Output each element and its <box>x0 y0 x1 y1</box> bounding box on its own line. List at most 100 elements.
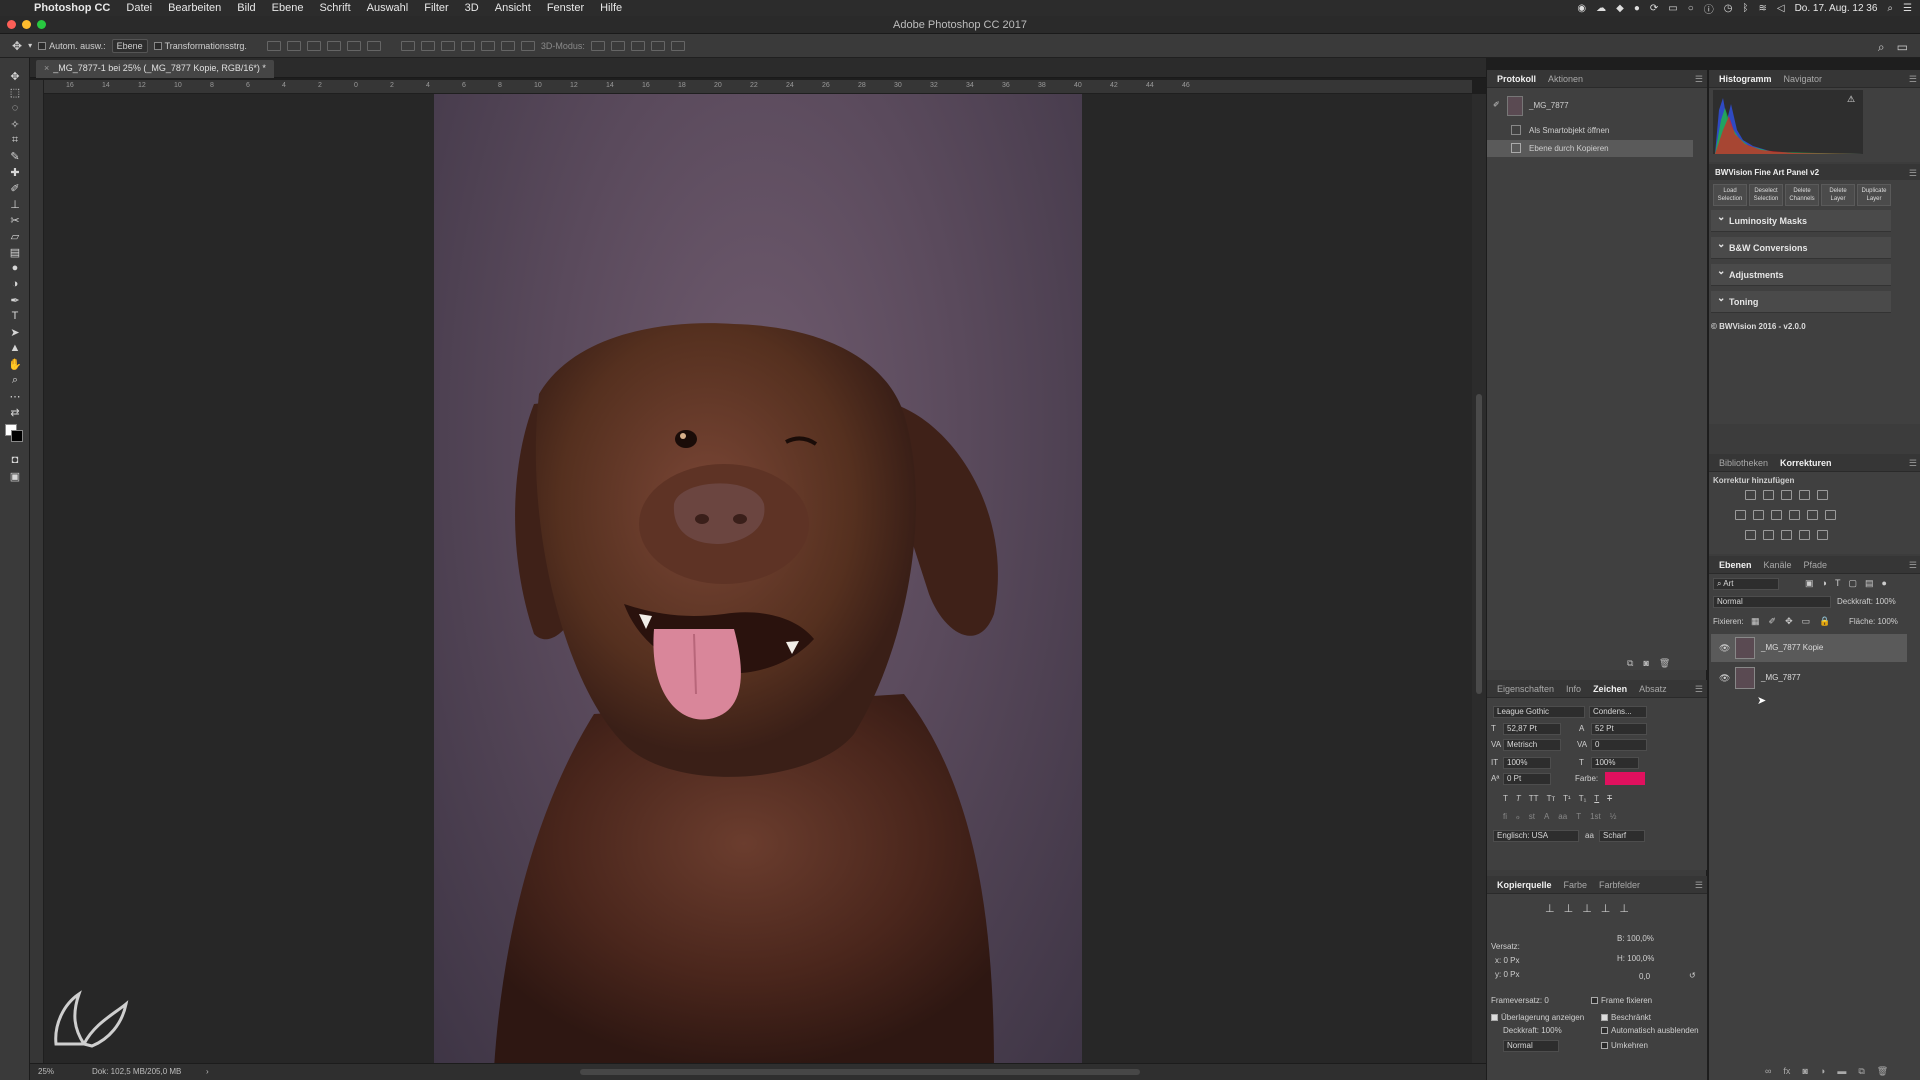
type-tool-icon[interactable]: T <box>6 308 24 324</box>
close-tab-icon[interactable]: × <box>44 63 49 73</box>
zoom-level[interactable]: 25% <box>38 1067 54 1076</box>
delete-layer-button[interactable]: Delete Layer <box>1821 184 1855 206</box>
tab-bibliotheken[interactable]: Bibliotheken <box>1713 454 1774 472</box>
leading-field[interactable]: 52 Pt <box>1591 723 1647 735</box>
add-mask-icon[interactable]: ◙ <box>1802 1066 1807 1077</box>
tab-absatz[interactable]: Absatz <box>1633 680 1673 698</box>
antialias-select[interactable]: Scharf <box>1599 830 1645 842</box>
history-step[interactable]: Als Smartobjekt öffnen <box>1487 122 1693 139</box>
tab-farbfelder[interactable]: Farbfelder <box>1593 876 1646 894</box>
history-brush-tool-icon[interactable]: ✂ <box>6 212 24 228</box>
all-caps-icon[interactable]: TT <box>1529 794 1539 803</box>
old-style-icon[interactable]: ℴ <box>1516 812 1520 821</box>
warning-icon[interactable]: ⚠ <box>1847 94 1855 105</box>
baseline-shift-field[interactable]: 0 Pt <box>1503 773 1551 785</box>
canvas-area[interactable] <box>44 94 1472 1068</box>
x-offset-field[interactable]: x: 0 Px <box>1495 956 1519 965</box>
align-bottom-icon[interactable] <box>306 40 321 51</box>
font-family-select[interactable]: League Gothic <box>1493 706 1585 718</box>
panel-menu-icon[interactable]: ☰ <box>1695 684 1703 695</box>
tab-pfade[interactable]: Pfade <box>1798 556 1834 574</box>
luminosity-masks-section[interactable]: Luminosity Masks <box>1711 210 1891 232</box>
filter-toggle-icon[interactable]: ● <box>1881 578 1886 589</box>
font-style-select[interactable]: Condens... <box>1589 706 1647 718</box>
workspace-icon[interactable]: ▭ <box>1897 40 1908 55</box>
panel-menu-icon[interactable]: ☰ <box>1909 458 1917 469</box>
superscript-icon[interactable]: T¹ <box>1563 794 1571 803</box>
distribute-hcenter-icon[interactable] <box>480 40 495 51</box>
transform-controls-option[interactable]: Transformationsstrg. <box>153 41 247 51</box>
visibility-eye-icon[interactable]: 👁 <box>1719 643 1730 654</box>
volume-icon[interactable]: ◁ <box>1777 3 1785 14</box>
duplicate-layer-button[interactable]: Duplicate Layer <box>1857 184 1891 206</box>
delete-layer-icon[interactable]: 🗑 <box>1877 1066 1888 1077</box>
panel-menu-icon[interactable]: ☰ <box>1909 74 1917 85</box>
lock-all-icon[interactable]: 🔒 <box>1819 616 1830 627</box>
align-left-icon[interactable] <box>326 40 341 51</box>
transform-controls-checkbox[interactable] <box>153 42 162 51</box>
align-vcenter-icon[interactable] <box>286 40 301 51</box>
swap-colors-icon[interactable]: ⇄ <box>6 404 24 420</box>
delete-state-icon[interactable]: 🗑 <box>1659 658 1670 669</box>
menu-bearbeiten[interactable]: Bearbeiten <box>160 2 229 14</box>
quick-mask-icon[interactable]: ◘ <box>6 452 24 468</box>
invert-checkbox[interactable] <box>1601 1042 1608 1050</box>
clone-source-5-icon[interactable]: ⊥ <box>1619 902 1629 915</box>
dodge-tool-icon[interactable]: ◑ <box>6 276 24 292</box>
levels-icon[interactable] <box>1763 490 1774 500</box>
layer-row[interactable]: 👁 _MG_7877 <box>1711 664 1907 692</box>
layer-fill-field[interactable]: Fläche: 100% <box>1849 617 1898 626</box>
show-overlay-checkbox[interactable] <box>1491 1014 1498 1022</box>
menu-3d[interactable]: 3D <box>457 2 487 14</box>
path-select-tool-icon[interactable]: ➤ <box>6 324 24 340</box>
history-snapshot[interactable]: ✐ _MG_7877 <box>1487 94 1707 118</box>
document-tab[interactable]: × _MG_7877-1 bei 25% (_MG_7877 Kopie, RGB… <box>36 60 274 78</box>
sync-icon[interactable]: ⟳ <box>1650 3 1658 14</box>
layer-filter-select[interactable]: ⌕ Art <box>1713 578 1779 590</box>
tab-korrekturen[interactable]: Korrekturen <box>1774 454 1838 472</box>
filter-shape-icon[interactable]: ▢ <box>1848 578 1857 589</box>
menu-filter[interactable]: Filter <box>416 2 456 14</box>
blend-mode-select[interactable]: Normal <box>1713 596 1831 608</box>
filter-pixel-icon[interactable]: ▣ <box>1805 578 1814 589</box>
filter-type-icon[interactable]: T <box>1835 578 1841 589</box>
invert-option[interactable]: Umkehren <box>1601 1041 1648 1050</box>
tab-kopierquelle[interactable]: Kopierquelle <box>1491 876 1558 894</box>
new-document-from-state-icon[interactable]: ⧉ <box>1627 658 1633 669</box>
background-color-swatch[interactable] <box>11 430 23 442</box>
invert-icon[interactable] <box>1745 530 1756 540</box>
clone-source-4-icon[interactable]: ⊥ <box>1601 902 1611 915</box>
lock-artboard-icon[interactable]: ▭ <box>1802 616 1811 627</box>
channel-mixer-icon[interactable] <box>1807 510 1818 520</box>
dog-photo[interactable] <box>434 94 1082 1068</box>
bluetooth-icon[interactable]: ᛒ <box>1742 3 1748 14</box>
overlay-mode-select[interactable]: Normal <box>1503 1040 1559 1052</box>
lock-pixels-icon[interactable]: ✐ <box>1769 616 1777 627</box>
menu-fenster[interactable]: Fenster <box>539 2 592 14</box>
more-tools-icon[interactable]: ⋯ <box>6 388 24 404</box>
move-tool-icon[interactable]: ✥ <box>12 39 22 53</box>
adjustments-section[interactable]: Adjustments <box>1711 264 1891 286</box>
new-snapshot-icon[interactable]: ◙ <box>1643 658 1648 669</box>
layer-row-selected[interactable]: 👁 _MG_7877 Kopie <box>1711 634 1907 662</box>
underline-icon[interactable]: T <box>1594 794 1599 803</box>
clone-source-1-icon[interactable]: ⊥ <box>1545 902 1555 915</box>
hand-tool-icon[interactable]: ✋ <box>6 356 24 372</box>
faux-bold-icon[interactable]: T <box>1503 794 1508 803</box>
stamp-tool-icon[interactable]: ⊥ <box>6 196 24 212</box>
exposure-icon[interactable] <box>1799 490 1810 500</box>
record-icon[interactable]: ◉ <box>1577 3 1586 14</box>
distribute-bottom-icon[interactable] <box>440 40 455 51</box>
healing-brush-tool-icon[interactable]: ✚ <box>6 164 24 180</box>
brush-source-icon[interactable]: ✐ <box>1493 100 1500 109</box>
zoom-tool-icon[interactable]: ⌕ <box>6 372 24 388</box>
vertical-scale-field[interactable]: 100% <box>1503 757 1551 769</box>
vertical-scroll-thumb[interactable] <box>1476 394 1482 694</box>
pen-tool-icon[interactable]: ✒ <box>6 292 24 308</box>
show-overlay-option[interactable]: Überlagerung anzeigen <box>1491 1013 1584 1022</box>
search-icon[interactable]: ⌕ <box>1878 40 1885 55</box>
language-select[interactable]: Englisch: USA <box>1493 830 1579 842</box>
vibrance-icon[interactable] <box>1817 490 1828 500</box>
notification-icon[interactable]: ☰ <box>1903 3 1912 14</box>
status-menu-arrow-icon[interactable]: › <box>206 1067 209 1076</box>
